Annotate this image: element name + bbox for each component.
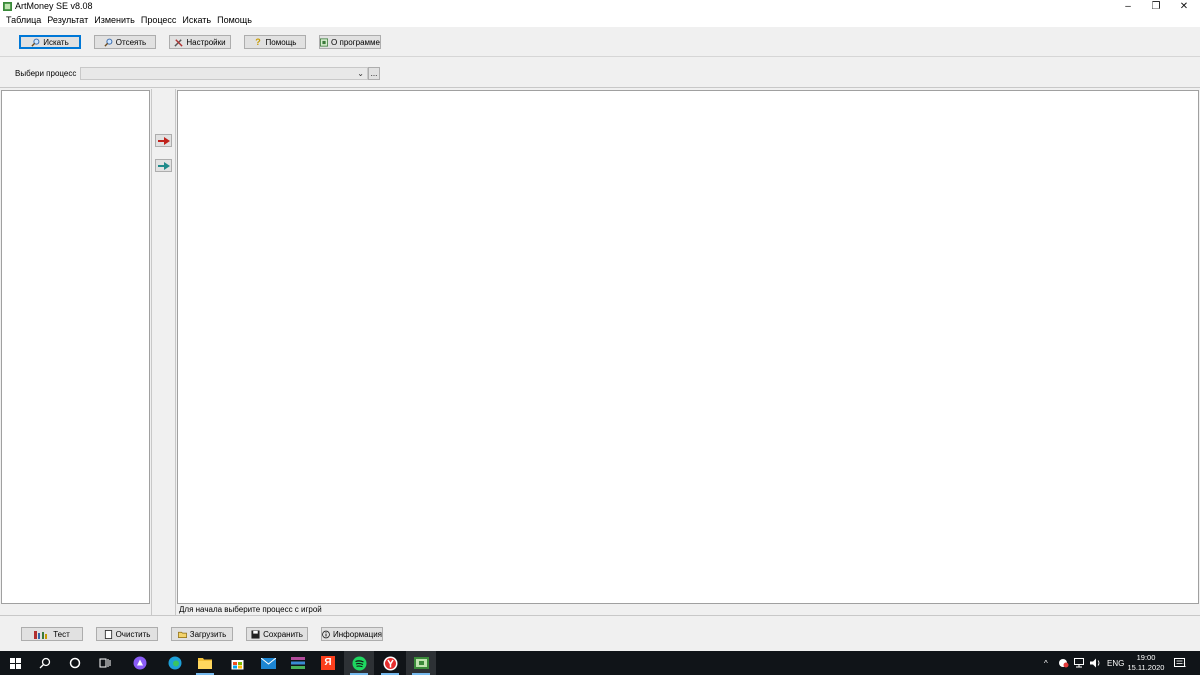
taskbar-artmoney-app[interactable] [406,651,436,675]
load-button[interactable]: Загрузить [171,627,233,641]
bottom-toolbar: Тест Очистить Загрузить Сохранить Информ… [0,615,1200,651]
open-folder-icon [177,631,187,638]
windows-taskbar: Я ^ ENG 19:00 15.11.2020 1 [0,651,1200,675]
search-button-label: Искать [43,37,69,47]
save-button[interactable]: Сохранить [246,627,308,641]
archive-books-icon [291,657,305,669]
cortana-circle-icon [69,657,81,669]
info-button-label: Информация [333,629,382,639]
tray-app-icon [1059,659,1069,668]
menu-process[interactable]: Процесс [138,13,180,27]
arrow-right-red-icon [157,136,170,145]
search-icon [39,657,51,669]
file-explorer-icon [198,658,212,669]
search-icon [31,38,40,47]
filter-button-label: Отсеять [115,37,147,47]
filter-button[interactable]: Отсеять [94,35,156,49]
close-button[interactable]: ✕ [1168,0,1200,13]
menu-help[interactable]: Помощь [214,13,255,27]
taskbar-spotify-app[interactable] [344,651,374,675]
add-all-to-table-button[interactable] [155,159,172,172]
artmoney-app-icon [3,2,12,11]
test-button[interactable]: Тест [21,627,83,641]
search-button[interactable]: Искать [19,35,81,49]
language-indicator[interactable]: ENG [1107,651,1124,675]
menu-result[interactable]: Результат [44,13,91,27]
spotify-icon [352,656,366,670]
clock-date: 15.11.2020 [1127,663,1165,672]
process-browse-button[interactable]: ... [368,67,380,80]
taskbar-alice-app[interactable] [125,651,155,675]
chart-icon [34,630,48,639]
tray-volume-button[interactable] [1090,651,1102,675]
transfer-button-strip [151,89,176,615]
about-button[interactable]: О программе [319,35,381,49]
filter-search-icon [104,38,113,47]
menu-edit[interactable]: Изменить [91,13,138,27]
cortana-button[interactable] [60,651,90,675]
menu-search[interactable]: Искать [179,13,214,27]
taskbar-yandex-browser-app[interactable] [375,651,405,675]
blank-page-icon [104,629,112,639]
taskbar-yandex-app[interactable]: Я [313,651,343,675]
tray-network-button[interactable] [1074,651,1086,675]
test-button-label: Тест [53,629,70,639]
taskbar-store-app[interactable] [222,651,252,675]
yandex-browser-icon [383,656,397,670]
toolbar: Искать Отсеять Настройки ? Помощь О прог… [0,27,1200,57]
clear-button-label: Очистить [115,629,151,639]
question-icon: ? [255,36,261,47]
taskbar-mail-app[interactable] [253,651,283,675]
artmoney-app-icon [413,657,429,669]
taskbar-edge-app[interactable] [160,651,190,675]
taskbar-search-button[interactable] [30,651,60,675]
info-icon [322,630,330,638]
tray-overflow-button[interactable]: ^ [1044,651,1048,675]
alice-assistant-icon [133,656,147,670]
add-to-table-button[interactable] [155,134,172,147]
floppy-disk-icon [251,629,260,639]
process-row: Выбери процесс ⌄ ... [0,58,1200,88]
start-button[interactable] [0,651,30,675]
taskbar-winrar-app[interactable] [283,651,313,675]
notification-count-badge: 1 [1183,663,1187,669]
about-button-label: О программе [331,37,380,47]
menu-table[interactable]: Таблица [3,13,44,27]
clear-button[interactable]: Очистить [96,627,158,641]
status-text: Для начала выберите процесс с игрой [179,605,322,614]
about-icon [320,37,329,47]
search-results-list[interactable] [1,90,150,604]
tools-icon [174,38,183,47]
window-title: ArtMoney SE v8.08 [15,1,93,11]
tray-app-button[interactable] [1058,651,1069,675]
user-table[interactable] [177,90,1199,604]
settings-button[interactable]: Настройки [169,35,231,49]
store-bag-icon [231,659,243,669]
settings-button-label: Настройки [186,37,226,47]
yandex-letter-icon: Я [321,656,335,670]
windows-logo-icon [9,657,21,669]
task-view-icon [99,658,111,668]
speaker-icon [1090,658,1100,668]
chevron-up-icon: ^ [1044,658,1048,668]
title-bar[interactable]: ArtMoney SE v8.08 – ❐ ✕ [0,0,1200,13]
task-view-button[interactable] [90,651,120,675]
taskbar-explorer-app[interactable] [190,651,220,675]
edge-browser-icon [168,656,182,670]
help-button-label: Помощь [265,37,297,47]
arrow-right-teal-icon [157,161,170,170]
menu-bar: Таблица Результат Изменить Процесс Искат… [0,13,1200,27]
process-select[interactable]: ⌄ [80,67,368,80]
info-button[interactable]: Информация [321,627,383,641]
process-label: Выбери процесс [15,69,77,78]
taskbar-clock[interactable]: 19:00 15.11.2020 [1126,653,1166,673]
clock-time: 19:00 [1136,653,1156,662]
action-center-button[interactable]: 1 [1174,651,1186,675]
network-icon [1074,658,1084,668]
chevron-down-icon: ⌄ [357,69,364,78]
mail-envelope-icon [260,657,276,669]
save-button-label: Сохранить [263,629,303,639]
load-button-label: Загрузить [189,629,227,639]
help-button[interactable]: ? Помощь [244,35,306,49]
